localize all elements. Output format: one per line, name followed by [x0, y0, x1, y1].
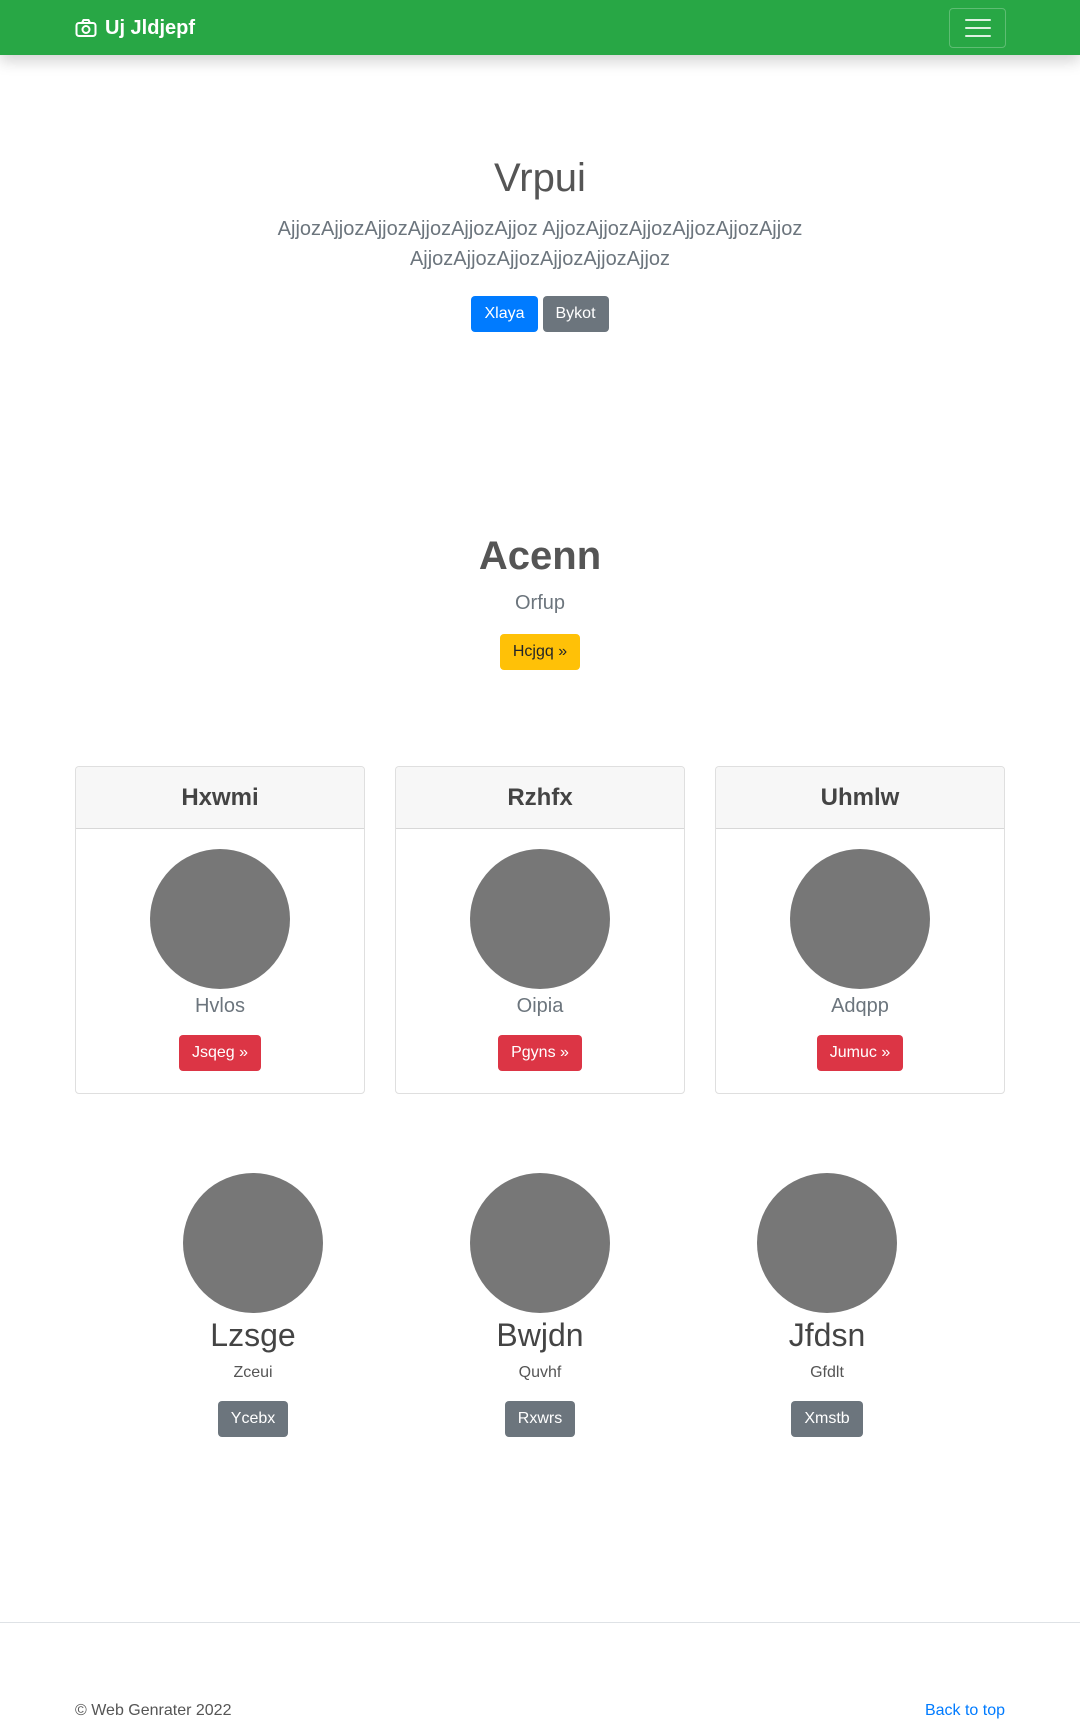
footer: © Web Genrater 2022 Back to top	[75, 1702, 1005, 1724]
placeholder-image	[790, 849, 930, 989]
copyright-text: © Web Genrater 2022	[75, 1702, 232, 1719]
secondary-action-button[interactable]: Bykot	[542, 296, 609, 332]
card-button[interactable]: Pgyns »	[498, 1035, 582, 1071]
feature-section: Acenn Orfup Hcjgq »	[0, 528, 1080, 670]
person-button[interactable]: Ycebx	[217, 1401, 289, 1437]
card-button[interactable]: Jumuc »	[816, 1035, 904, 1071]
placeholder-image	[757, 1173, 897, 1313]
placeholder-image	[470, 849, 610, 989]
person-role: Quvhf	[518, 1364, 562, 1381]
person-item: Bwjdn Quvhf Rxwrs	[420, 1173, 660, 1437]
card-caption: Hvlos	[194, 995, 245, 1017]
primary-action-button[interactable]: Xlaya	[471, 296, 538, 332]
person-name: Jfdsn	[788, 1317, 866, 1353]
placeholder-image	[470, 1173, 610, 1313]
back-to-top-link[interactable]: Back to top	[925, 1702, 1005, 1720]
card-header: Rzhfx	[396, 767, 684, 829]
card: Uhmlw Adqpp Jumuc »	[715, 766, 1005, 1094]
camera-icon	[75, 18, 97, 38]
card-button[interactable]: Jsqeg »	[178, 1035, 262, 1071]
card-caption: Adqpp	[831, 995, 889, 1017]
feature-subtitle: Orfup	[514, 592, 566, 614]
card: Rzhfx Oipia Pgyns »	[395, 766, 685, 1094]
card-header: Uhmlw	[716, 767, 1004, 829]
card-row: Hxwmi Hvlos Jsqeg » Rzhfx Oipia Pgyns » …	[75, 766, 1005, 1094]
navbar-brand[interactable]: Uj Jldjepf	[75, 15, 195, 41]
person-item: Lzsge Zceui Ycebx	[133, 1173, 373, 1437]
hamburger-menu-icon	[964, 19, 991, 21]
person-name: Lzsge	[210, 1317, 296, 1353]
feature-button[interactable]: Hcjgq »	[499, 634, 581, 670]
footer-divider	[0, 1622, 1080, 1623]
card-caption: Oipia	[516, 995, 564, 1017]
hamburger-line	[964, 35, 991, 37]
hero-lead: AjjozAjjozAjjozAjjozAjjozAjjoz AjjozAjjo…	[277, 218, 803, 270]
person-button[interactable]: Rxwrs	[504, 1401, 576, 1437]
placeholder-image	[183, 1173, 323, 1313]
card-header: Hxwmi	[76, 767, 364, 829]
person-item: Jfdsn Gfdlt Xmstb	[707, 1173, 947, 1437]
card: Hxwmi Hvlos Jsqeg »	[75, 766, 365, 1094]
person-role: Zceui	[233, 1364, 273, 1381]
person-role: Gfdlt	[810, 1364, 844, 1381]
placeholder-image	[150, 849, 290, 989]
person-button[interactable]: Xmstb	[791, 1401, 863, 1437]
navbar: Uj Jldjepf	[0, 0, 1080, 55]
brand-name: Uj Jldjepf	[105, 16, 196, 39]
hero-title: Vrpui	[494, 156, 586, 200]
person-name: Bwjdn	[496, 1317, 584, 1353]
navbar-toggler-button[interactable]	[949, 8, 1006, 48]
hamburger-line	[964, 27, 991, 29]
feature-title: Acenn	[478, 534, 602, 578]
hero-section: Vrpui AjjozAjjozAjjozAjjozAjjozAjjoz Ajj…	[0, 150, 1080, 332]
hero-buttons: Xlaya Bykot	[0, 296, 1080, 332]
